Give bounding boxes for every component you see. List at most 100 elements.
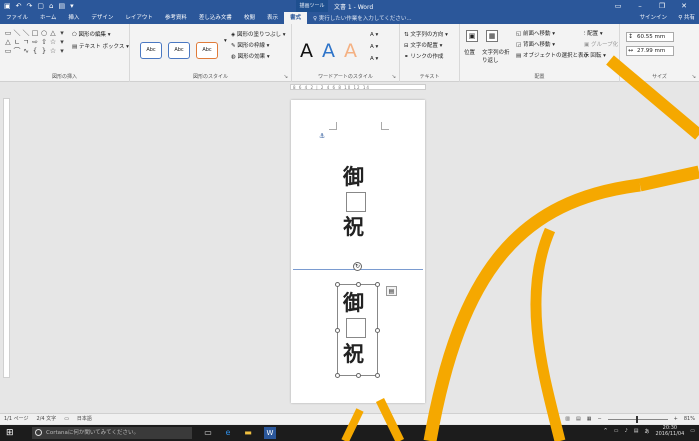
web-layout-icon[interactable]: ▦ (587, 414, 592, 424)
zoom-level[interactable]: 81% (684, 414, 695, 424)
print-layout-icon[interactable]: ▤ (576, 414, 581, 424)
shape-height-input[interactable]: 60.55 mm (626, 32, 674, 42)
layout-options-icon[interactable]: ▤ (386, 286, 397, 296)
style-preset-3[interactable]: Abc (196, 42, 218, 59)
shape-width-input[interactable]: 27.99 mm (626, 46, 674, 56)
send-backward-button[interactable]: ◲ 背面へ移動 ▾ (516, 40, 555, 48)
up-arrow-icon[interactable]: ⇧ (40, 38, 48, 46)
triangle-icon[interactable]: △ (49, 29, 57, 37)
tab-references[interactable]: 参考資料 (159, 12, 193, 24)
selected-shape[interactable] (335, 282, 380, 378)
star-icon[interactable]: ☆ (49, 47, 57, 55)
tray-up-icon[interactable]: ^ (604, 428, 608, 434)
brace-close-icon[interactable]: } (40, 47, 48, 55)
circle-icon[interactable]: ○ (40, 29, 48, 37)
tab-file[interactable]: ファイル (0, 12, 34, 24)
style-preset-2[interactable]: Abc (168, 42, 190, 59)
resize-handle[interactable] (356, 373, 361, 378)
rect-icon[interactable]: ▭ (4, 47, 12, 55)
read-mode-icon[interactable]: ▥ (565, 414, 570, 424)
tab-view[interactable]: 表示 (261, 12, 284, 24)
wrap-text-button[interactable]: 文字列の折り返し (482, 48, 512, 64)
edge-icon[interactable]: e (222, 427, 234, 439)
wordart-style-1[interactable]: A (300, 40, 313, 62)
dialog-launcher-icon[interactable]: ↘ (283, 74, 288, 80)
text-direction-button[interactable]: ⇅ 文字列の方向 ▾ (404, 30, 448, 38)
text-align-button[interactable]: ⊟ 文字の配置 ▾ (404, 41, 442, 49)
text-outline-icon[interactable]: A ▾ (370, 44, 378, 50)
windows-start-icon[interactable]: ⊞ (6, 428, 16, 438)
keyboard-icon[interactable]: ▤ (634, 428, 639, 434)
zoom-out-icon[interactable]: − (597, 414, 601, 424)
selection-pane-button[interactable]: ▤ オブジェクトの選択と表示 (516, 51, 589, 59)
zoom-slider[interactable] (607, 415, 668, 423)
save-icon[interactable]: ▣ (4, 2, 11, 10)
tab-design[interactable]: デザイン (85, 12, 119, 24)
text-effects-icon[interactable]: A ▾ (370, 56, 378, 62)
tab-insert[interactable]: 挿入 (62, 12, 85, 24)
vertical-ruler[interactable] (3, 98, 10, 378)
zoom-in-icon[interactable]: + (674, 414, 678, 424)
dialog-launcher-icon[interactable]: ↘ (691, 74, 696, 80)
resize-handle[interactable] (335, 328, 340, 333)
rotate-button[interactable]: ⟳ 回転 ▾ (584, 51, 606, 59)
resize-handle[interactable] (335, 373, 340, 378)
minimize-icon[interactable]: – (629, 0, 651, 12)
resize-handle[interactable] (375, 282, 380, 287)
arrow-icon[interactable]: ⇨ (31, 38, 39, 46)
dialog-launcher-icon[interactable]: ↘ (391, 74, 396, 80)
open-icon[interactable]: ⌂ (49, 2, 53, 10)
word-app-icon[interactable]: W (264, 427, 276, 439)
redo-icon[interactable]: ↷ (27, 2, 33, 10)
connector-icon[interactable]: ㄱ (22, 38, 30, 46)
restore-icon[interactable]: ❐ (651, 0, 673, 12)
star-icon[interactable]: ☆ (49, 38, 57, 46)
new-icon[interactable]: ▢ (37, 2, 44, 10)
resize-handle[interactable] (375, 328, 380, 333)
proofing-icon[interactable]: ▭ (64, 414, 69, 424)
tab-format[interactable]: 書式 (283, 12, 307, 24)
position-icon[interactable]: ▣ (466, 30, 478, 42)
tell-me-box[interactable]: ♀ 実行したい作業を入力してください... (313, 14, 412, 22)
more-icon[interactable]: ▾ (58, 38, 66, 46)
edit-shape-button[interactable]: ⬠ 図形の編集 ▾ (72, 30, 111, 38)
ime-indicator[interactable]: あ (644, 428, 649, 435)
text-box-button[interactable]: ▤ テキスト ボックス ▾ (72, 42, 129, 50)
clock[interactable]: 20:30 2016/11/04 (655, 425, 684, 437)
align-button[interactable]: ⫶ 配置 ▾ (584, 29, 603, 38)
wrap-text-icon[interactable]: ▦ (486, 30, 498, 42)
line-icon[interactable]: ＼ (22, 29, 30, 37)
rectangle-icon[interactable]: ▭ (4, 29, 12, 37)
cortana-search-box[interactable]: Cortanaに何か聞いてみてください。 (32, 427, 192, 439)
bent-line-icon[interactable]: ㄴ (13, 38, 21, 46)
language[interactable]: 日本語 (77, 414, 92, 424)
print-preview-icon[interactable]: ▤ (58, 2, 65, 10)
share-button[interactable]: ⚲ 共有 (678, 12, 695, 24)
bring-forward-button[interactable]: ◱ 前面へ移動 ▾ (516, 29, 555, 37)
wordart-style-3[interactable]: A (344, 40, 357, 62)
shapes-gallery[interactable]: ▭ ＼ ＼ □ ○ △ ▾ △ ㄴ ㄱ ⇨ ⇧ ☆ ▾ ▭ ⌒ ∿ { } ☆ (4, 29, 66, 55)
shape-outline-button[interactable]: ✎ 図形の枠線 ▾ (231, 41, 269, 49)
tab-mailings[interactable]: 差し込み文書 (193, 12, 238, 24)
wordart-style-2[interactable]: A (322, 40, 335, 62)
position-button[interactable]: 位置 (464, 48, 475, 56)
style-preset-1[interactable]: Abc (140, 42, 162, 59)
resize-handle[interactable] (356, 282, 361, 287)
brace-icon[interactable]: { (31, 47, 39, 55)
rotate-handle-icon[interactable]: ↻ (353, 262, 362, 271)
volume-icon[interactable]: ♪ (624, 428, 627, 434)
wave-icon[interactable]: ∿ (22, 47, 30, 55)
text-fill-icon[interactable]: A ▾ (370, 32, 378, 38)
square-icon[interactable]: □ (31, 29, 39, 37)
task-view-icon[interactable]: ▭ (202, 427, 214, 439)
undo-icon[interactable]: ↶ (16, 2, 22, 10)
group-button[interactable]: ▣ グループ化 (584, 40, 618, 48)
triangle-icon[interactable]: △ (4, 38, 12, 46)
horizontal-ruler[interactable]: 8 6 4 2 | 2 4 6 8 10 12 14 (0, 82, 699, 92)
resize-handle[interactable] (375, 373, 380, 378)
resize-handle[interactable] (335, 282, 340, 287)
line-icon[interactable]: ＼ (13, 29, 21, 37)
arc-icon[interactable]: ⌒ (13, 47, 21, 55)
network-icon[interactable]: ▭ (614, 428, 619, 434)
close-icon[interactable]: ✕ (673, 0, 695, 12)
